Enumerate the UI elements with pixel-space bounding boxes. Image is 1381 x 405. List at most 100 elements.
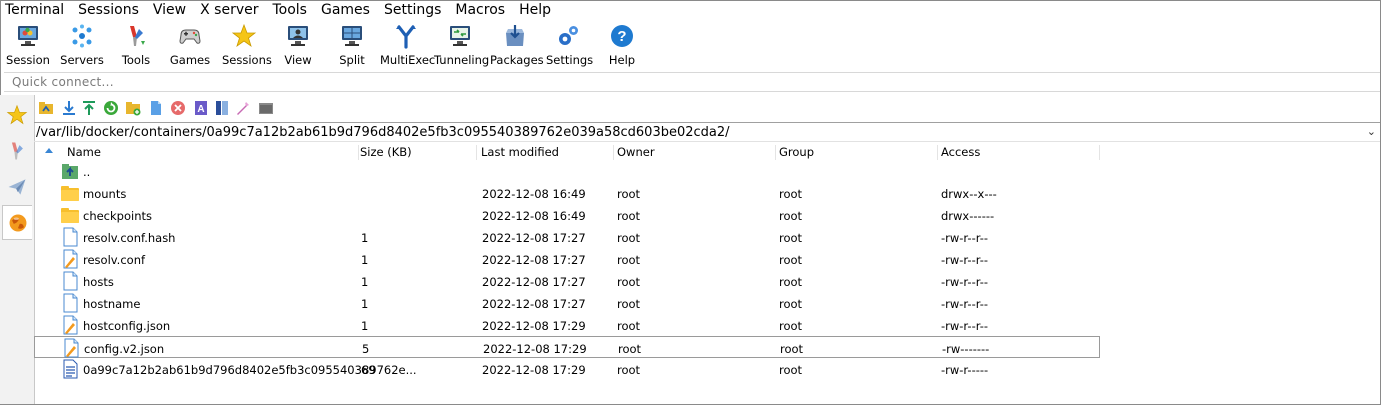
tools-icon [130,26,145,46]
file-row[interactable]: 0a99c7a12b2ab61b9d796d8402e5fb3c09554038… [34,358,1100,380]
file-group: root [779,231,803,245]
new-file-icon[interactable] [148,100,164,116]
menu-sessions[interactable]: Sessions [71,0,146,21]
packages-icon [506,25,524,46]
toolbar-tools-button[interactable]: Tools [114,21,158,71]
file-modified: 2022-12-08 17:29 [482,319,586,333]
column-modified[interactable]: Last modified [478,145,614,160]
toolbar-settings-label: Settings [546,53,594,67]
parent-folder-icon[interactable] [38,100,54,116]
file-name: .. [83,165,91,179]
file-row[interactable]: hosts 1 2022-12-08 17:27 root root -rw-r--r-- [34,270,1100,292]
toolbar-games-button[interactable]: Games [168,21,212,71]
toolbar-split-button[interactable]: Split [330,21,374,71]
toolbar-session-button[interactable]: Session [6,21,50,71]
file-row[interactable]: checkpoints 2022-12-08 16:49 root root drwx-… [34,204,1100,226]
toolbar-settings-button[interactable]: Settings [546,21,594,71]
sftp-globe-icon [9,214,26,231]
rename-icon[interactable]: A [193,100,209,116]
file-group: root [779,363,803,377]
file-row[interactable]: resolv.conf.hash 1 2022-12-08 17:27 root roo… [34,226,1100,248]
file-list-header: Name Size (KB) Last modified Owner Group… [34,143,1100,160]
toolbar-packages-button[interactable]: Packages [490,21,544,71]
file-name: config.v2.json [84,342,165,356]
file-group: root [779,297,803,311]
split-icon [342,26,362,46]
toolbar-multiexec-button[interactable]: MultiExec [380,21,436,71]
refresh-icon[interactable] [103,100,119,116]
column-owner[interactable]: Owner [614,145,776,160]
edit-icon[interactable] [235,100,251,116]
toolbar-tunneling-label: Tunneling [434,53,490,67]
file-name: checkpoints [83,209,152,223]
document-icon [60,359,80,379]
file-row[interactable]: config.v2.json 5 2022-12-08 17:29 root root -… [34,336,1100,358]
star-icon [6,104,28,124]
file-owner: root [617,275,641,289]
menu-x-server[interactable]: X server [193,0,265,21]
toolbar-session-label: Session [6,53,50,67]
menu-view[interactable]: View [146,0,193,21]
file-icon [60,293,80,313]
toolbar-help-button[interactable]: ? Help [600,21,644,71]
tab-tools[interactable] [2,133,32,168]
terminal-icon[interactable] [258,100,274,116]
file-row[interactable]: mounts 2022-12-08 16:49 root root drwx--x--- [34,182,1100,204]
menu-terminal[interactable]: Terminal [0,0,71,21]
file-access: drwx------ [941,209,995,223]
file-size: 1 [361,275,369,289]
tab-sftp[interactable] [2,205,32,240]
file-owner: root [617,297,641,311]
file-modified: 2022-12-08 16:49 [482,209,586,223]
toolbar-view-button[interactable]: View [276,21,320,71]
file-row[interactable]: .. [34,160,1100,182]
toolbar-sessions-button[interactable]: Sessions [222,21,272,71]
file-name: hostconfig.json [83,319,171,333]
file-owner: root [618,342,642,356]
paper-plane-icon [8,178,26,195]
column-name[interactable]: Name [64,145,359,160]
file-modified: 2022-12-08 17:27 [482,297,586,311]
file-group: root [779,187,803,201]
toolbar-multiexec-label: MultiExec [380,53,436,67]
menu-macros[interactable]: Macros [448,0,512,21]
menu-tools[interactable]: Tools [265,0,314,21]
permissions-icon[interactable] [214,100,230,116]
toolbar-tunneling-button[interactable]: Tunneling [434,21,490,71]
delete-icon[interactable] [170,100,186,116]
file-group: root [779,275,803,289]
chevron-down-icon[interactable]: ⌄ [1367,125,1376,138]
file-access: -rw-r--r-- [941,253,989,267]
menu-help[interactable]: Help [512,0,558,21]
quick-connect-input[interactable]: Quick connect... [4,72,1380,92]
file-row[interactable]: hostname 1 2022-12-08 17:27 root root -rw-r--… [34,292,1100,314]
menu-bar: Terminal Sessions View X server Tools Ga… [0,0,1381,21]
file-access: -rw-r--r-- [941,319,989,333]
file-name: mounts [83,187,127,201]
new-folder-icon[interactable] [125,100,141,116]
column-access[interactable]: Access [938,145,1100,160]
file-access: -rw-r--r-- [941,275,989,289]
text-file-icon [60,249,80,269]
session-icon [18,26,38,46]
file-modified: 2022-12-08 17:27 [482,275,586,289]
file-name: hostname [83,297,141,311]
upload-icon[interactable] [81,100,97,116]
column-size[interactable]: Size (KB) [357,145,477,160]
menu-settings[interactable]: Settings [377,0,448,21]
toolbar-servers-button[interactable]: Servers [60,21,104,71]
tab-macros[interactable] [2,169,32,204]
file-group: root [779,209,803,223]
file-row[interactable]: hostconfig.json 1 2022-12-08 17:29 root root… [34,314,1100,336]
download-icon[interactable] [61,100,77,116]
file-size: 5 [362,342,370,356]
file-access: -rw-r----- [941,363,989,377]
parent-folder-icon [60,161,80,181]
menu-games[interactable]: Games [314,0,377,21]
svg-text:A: A [197,104,204,115]
file-row[interactable]: resolv.conf 1 2022-12-08 17:27 root root -rw-… [34,248,1100,270]
toolbar-servers-label: Servers [60,53,104,67]
column-group[interactable]: Group [776,145,938,160]
tab-sessions[interactable] [2,97,32,132]
path-input[interactable]: /var/lib/docker/containers/0a99c7a12b2ab… [34,122,1380,142]
